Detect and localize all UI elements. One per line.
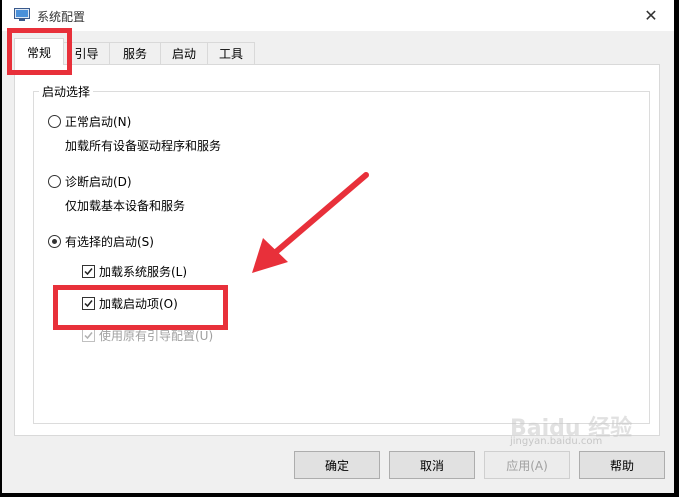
diagnostic-startup-description: 仅加载基本设备和服务 bbox=[65, 199, 186, 213]
startup-selection-group: 启动选择 正常启动(N) 加载所有设备驱动程序和服务 诊断启动(D) 仅加载基本… bbox=[33, 83, 650, 424]
tab-boot[interactable]: 引导 bbox=[63, 42, 110, 64]
tab-services[interactable]: 服务 bbox=[109, 42, 161, 64]
window-title: 系统配置 bbox=[37, 10, 86, 24]
normal-startup-description: 加载所有设备驱动程序和服务 bbox=[65, 139, 222, 153]
close-icon: ✕ bbox=[644, 6, 658, 25]
group-legend: 启动选择 bbox=[39, 83, 94, 100]
selective-startup-label[interactable]: 有选择的启动(S) bbox=[65, 233, 154, 250]
normal-startup-label[interactable]: 正常启动(N) bbox=[65, 113, 131, 130]
tab-label: 常规 bbox=[26, 45, 51, 60]
general-tab-panel: 启动选择 正常启动(N) 加载所有设备驱动程序和服务 诊断启动(D) 仅加载基本… bbox=[14, 64, 660, 436]
tab-tools[interactable]: 工具 bbox=[207, 42, 255, 64]
checkmark-icon bbox=[84, 332, 93, 340]
diagnostic-startup-radio[interactable] bbox=[48, 175, 61, 188]
load-system-services-checkbox[interactable] bbox=[82, 265, 95, 278]
tab-label: 启动 bbox=[171, 47, 196, 61]
checkmark-icon bbox=[84, 268, 93, 276]
help-button[interactable]: 帮助 bbox=[579, 451, 665, 479]
load-startup-items-checkbox[interactable] bbox=[82, 297, 95, 310]
close-button[interactable]: ✕ bbox=[628, 0, 674, 31]
ok-button[interactable]: 确定 bbox=[294, 451, 380, 479]
title-bar: 系统配置 ✕ bbox=[2, 0, 674, 31]
tab-general[interactable]: 常规 bbox=[14, 38, 64, 65]
system-config-window: 系统配置 ✕ 常规 引导 服务 启动 工具 启动选择 正常启动(N) 加载所有设… bbox=[2, 0, 674, 493]
cancel-button[interactable]: 取消 bbox=[389, 451, 475, 479]
normal-startup-radio[interactable] bbox=[48, 115, 61, 128]
use-original-boot-label: 使用原有引导配置(U) bbox=[99, 329, 214, 343]
load-startup-items-label[interactable]: 加载启动项(O) bbox=[99, 295, 178, 312]
msconfig-icon bbox=[14, 8, 30, 22]
selective-startup-radio[interactable] bbox=[48, 235, 61, 248]
apply-button: 应用(A) bbox=[484, 451, 570, 479]
load-system-services-label[interactable]: 加载系统服务(L) bbox=[99, 263, 187, 280]
diagnostic-startup-label[interactable]: 诊断启动(D) bbox=[65, 173, 132, 190]
tab-startup[interactable]: 启动 bbox=[160, 42, 208, 64]
use-original-boot-checkbox bbox=[82, 329, 95, 342]
tab-label: 工具 bbox=[218, 47, 243, 61]
checkmark-icon bbox=[84, 300, 93, 308]
tab-label: 引导 bbox=[74, 47, 99, 61]
tab-label: 服务 bbox=[122, 47, 147, 61]
